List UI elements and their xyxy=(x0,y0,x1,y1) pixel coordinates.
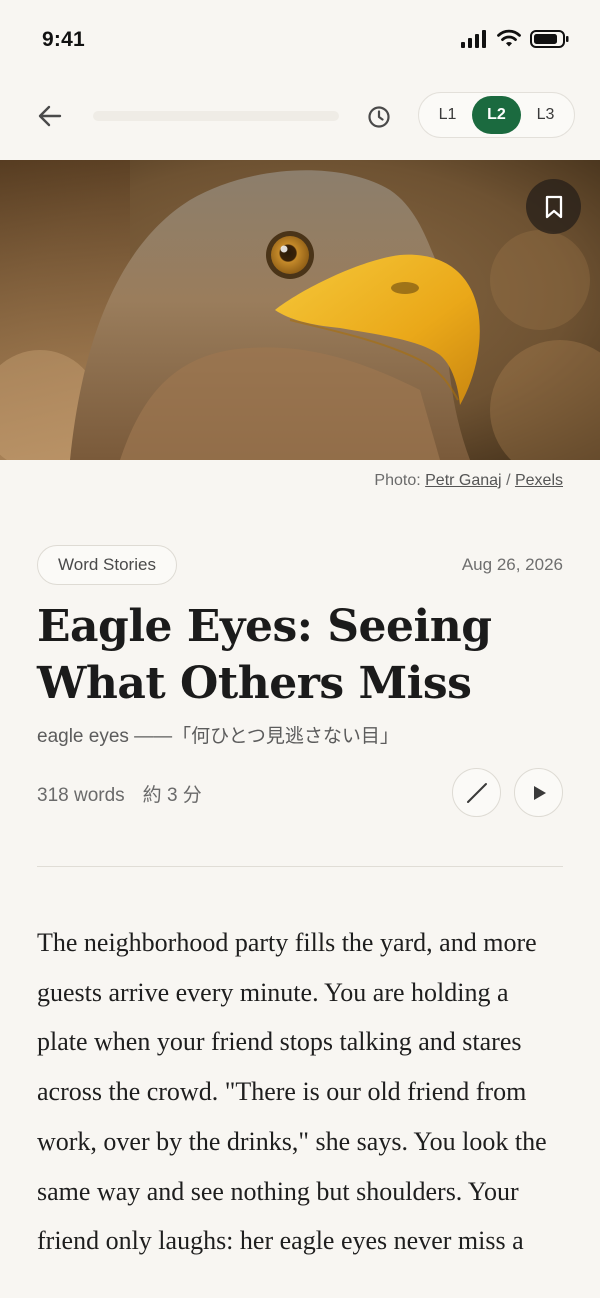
article-title: Eagle Eyes: Seeing What Others Miss xyxy=(37,601,492,709)
clock-icon xyxy=(368,106,390,128)
wifi-icon xyxy=(497,29,521,47)
bookmark-button[interactable] xyxy=(526,179,581,234)
pen-icon xyxy=(466,782,487,803)
article-subtitle: eagle eyes ——「何ひとつ見逃さない目」 xyxy=(37,726,399,747)
divider xyxy=(37,866,563,867)
status-time: 9:41 xyxy=(42,28,85,51)
category-chip[interactable]: Word Stories xyxy=(37,545,177,585)
history-button[interactable] xyxy=(362,100,396,134)
status-bar: 9:41 xyxy=(0,0,600,80)
photo-author-link[interactable]: Petr Ganaj xyxy=(425,472,501,489)
play-audio-button[interactable] xyxy=(514,768,563,817)
article-meta: Word Stories Aug 26, 2026 xyxy=(37,545,563,585)
hero-image xyxy=(0,160,600,460)
word-count: 318 words xyxy=(37,785,125,806)
level-option-l2[interactable]: L2 xyxy=(472,96,521,134)
back-button[interactable] xyxy=(30,98,70,134)
photo-credit: Photo: Petr Ganaj / Pexels xyxy=(374,472,563,490)
annotate-button[interactable] xyxy=(452,768,501,817)
level-option-l3[interactable]: L3 xyxy=(521,96,570,134)
play-icon xyxy=(533,785,546,800)
photo-source-link[interactable]: Pexels xyxy=(515,472,563,489)
eagle-photo xyxy=(0,160,600,460)
reading-progress-bar xyxy=(93,111,339,121)
article-date: Aug 26, 2026 xyxy=(461,555,563,574)
article-body: The neighborhood party fills the yard, a… xyxy=(37,928,547,1256)
reader-toolbar: L1 L2 L3 xyxy=(0,88,600,144)
photo-credit-prefix: Photo: xyxy=(374,472,421,489)
bookmark-icon xyxy=(545,195,562,218)
status-icons xyxy=(460,29,570,49)
level-switch: L1 L2 L3 xyxy=(418,92,575,138)
signal-icon xyxy=(461,30,486,48)
article-stats: 318 words 約 3 分 xyxy=(37,768,563,818)
battery-icon xyxy=(530,30,569,48)
photo-credit-separator: / xyxy=(506,472,511,489)
stats-text: 318 words 約 3 分 xyxy=(37,780,202,807)
level-option-l1[interactable]: L1 xyxy=(423,96,472,134)
back-arrow-icon xyxy=(38,105,62,127)
read-time: 約 3 分 xyxy=(142,785,202,806)
